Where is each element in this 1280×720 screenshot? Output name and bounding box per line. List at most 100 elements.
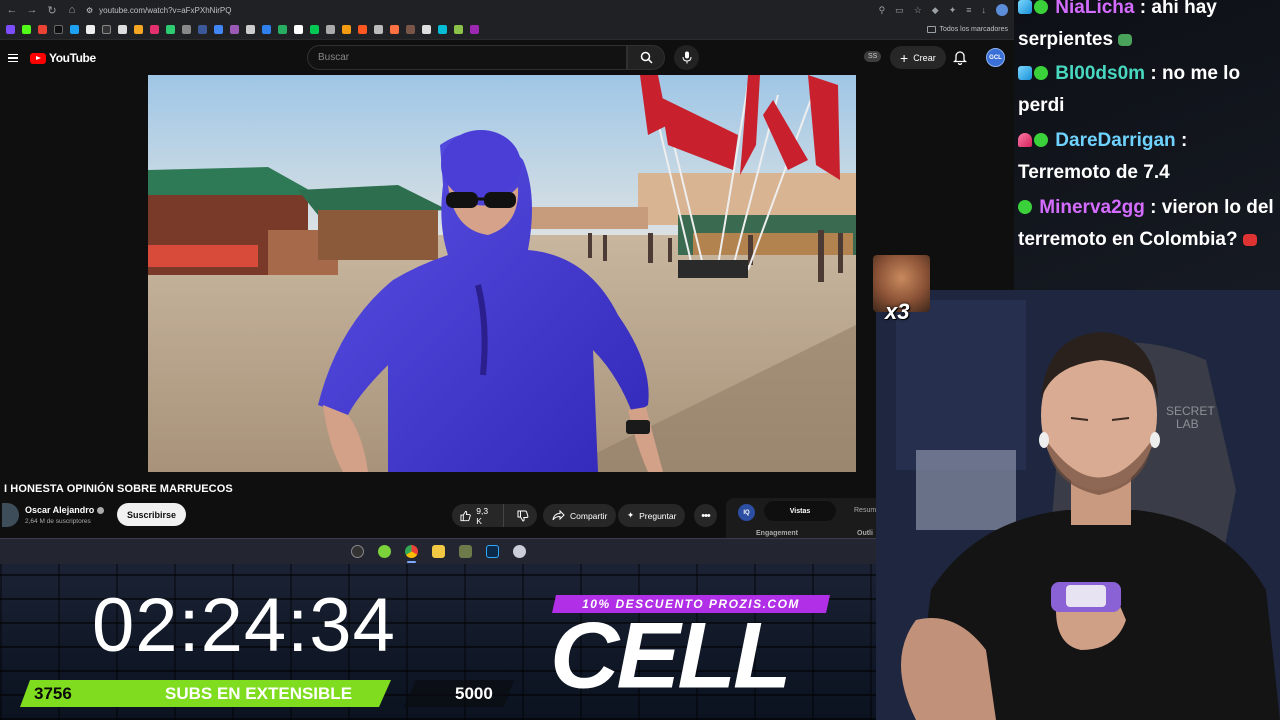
youtube-play-icon (30, 52, 46, 64)
bookmark-icon[interactable] (262, 25, 271, 34)
tab-resumen[interactable]: Resum (854, 507, 876, 514)
address-bar[interactable]: ⚙ youtube.com/watch?v=aFxPXhNirPQ (86, 3, 231, 17)
bookmark-icon[interactable] (246, 25, 255, 34)
svg-text:SECRET: SECRET (1166, 404, 1215, 418)
url-text: youtube.com/watch?v=aFxPXhNirPQ (99, 5, 232, 15)
bookmark-icon[interactable] (38, 25, 47, 34)
bookmark-icon[interactable] (54, 25, 63, 34)
channel-avatar[interactable] (2, 503, 19, 527)
back-icon[interactable]: ← (6, 4, 18, 16)
bookmark-icon[interactable] (166, 25, 175, 34)
iq-badge[interactable]: IQ (738, 504, 755, 521)
all-bookmarks-folder[interactable]: Todos los marcadores (926, 26, 1008, 33)
snake-emote-icon (1118, 34, 1133, 46)
reload-icon[interactable]: ↻ (46, 4, 58, 17)
search-button[interactable] (627, 45, 665, 70)
ask-button[interactable]: ✦ Preguntar (618, 504, 686, 527)
obs-app-icon[interactable] (350, 545, 364, 558)
search-input[interactable] (318, 52, 626, 63)
bookmark-icon[interactable] (342, 25, 351, 34)
bookmark-icon[interactable] (6, 25, 15, 34)
bookmark-icon[interactable] (150, 25, 159, 34)
dislike-button[interactable] (509, 510, 537, 522)
bookmark-icon[interactable] (406, 25, 415, 34)
minecraft-icon[interactable] (458, 545, 472, 558)
bookmark-icon[interactable] (22, 25, 31, 34)
search-field[interactable] (307, 45, 627, 70)
bookmark-icon[interactable] (358, 25, 367, 34)
video-player[interactable] (148, 75, 856, 472)
subscriber-count: 2,64 M de suscriptores (25, 518, 91, 525)
bookmark-icon[interactable] (326, 25, 335, 34)
bookmark-icon[interactable] (134, 25, 143, 34)
zoom-icon[interactable]: ⚲ (879, 5, 886, 16)
channel-name[interactable]: Oscar Alejandro (25, 505, 105, 515)
sparkle-icon: ✦ (627, 510, 635, 520)
bookmark-star-icon[interactable]: ☆ (914, 5, 922, 16)
video-frame (148, 75, 856, 472)
chat-message: NiaLicha : ahi hay serpientes (1018, 0, 1278, 56)
bookmark-icon[interactable] (102, 25, 111, 34)
notifications-bell-icon[interactable] (953, 50, 967, 65)
bookmark-icon[interactable] (86, 25, 95, 34)
cast-icon[interactable]: ▭ (895, 5, 904, 16)
chat-message: Bl00ds0m : no me lo perdi (1018, 63, 1241, 116)
subscriber-badge-icon (1018, 200, 1032, 214)
subscribe-button[interactable]: Suscribirse (117, 503, 187, 526)
bookmark-icon[interactable] (470, 25, 479, 34)
toolbar-actions: ⚲ ▭ ☆ ◆ ✦ ≡ ↓ (879, 4, 1008, 16)
folder-icon (926, 26, 936, 33)
bookmark-icon[interactable] (310, 25, 319, 34)
bookmark-icon[interactable] (390, 25, 399, 34)
bookmark-icon[interactable] (294, 25, 303, 34)
tab-vistas[interactable]: Vistas (764, 501, 836, 521)
extensions-puzzle-icon[interactable]: ✦ (949, 5, 957, 16)
bookmark-icon[interactable] (438, 25, 447, 34)
download-icon[interactable]: ↓ (982, 5, 987, 15)
bookmark-icon[interactable] (182, 25, 191, 34)
bookmark-icon[interactable] (374, 25, 383, 34)
hamburger-menu-icon[interactable] (8, 53, 18, 63)
reaction-emote-icon (1242, 234, 1257, 246)
share-button[interactable]: Compartir (543, 504, 617, 527)
like-button[interactable]: 9,3 K (452, 504, 504, 527)
like-dislike-group: 9,3 K (452, 504, 537, 527)
youtube-masthead: YouTube SS + Crear GCL (0, 40, 1014, 76)
chat-username[interactable]: DareDarrigan (1055, 130, 1175, 151)
bookmark-icon[interactable] (278, 25, 287, 34)
youtube-logo[interactable]: YouTube (30, 51, 96, 65)
file-explorer-icon[interactable] (431, 545, 445, 558)
site-info-icon[interactable]: ⚙ (86, 6, 93, 15)
bookmark-icon[interactable] (454, 25, 463, 34)
bookmark-icon[interactable] (70, 25, 79, 34)
thumbs-up-icon (460, 510, 471, 521)
create-button[interactable]: + Crear (890, 46, 946, 69)
extension-icon[interactable]: ◆ (932, 5, 939, 16)
account-avatar[interactable]: GCL (986, 48, 1005, 67)
chat-username[interactable]: NiaLicha (1055, 0, 1134, 18)
bookmark-icon[interactable] (230, 25, 239, 34)
chat-username[interactable]: Bl00ds0m (1055, 63, 1145, 84)
bookmark-icon[interactable] (214, 25, 223, 34)
bookmark-icon[interactable] (422, 25, 431, 34)
app-icon[interactable] (512, 545, 526, 558)
chrome-icon[interactable] (404, 545, 418, 563)
subscriber-badge-icon (1034, 66, 1048, 80)
outliers-label: Outli (857, 530, 873, 537)
subscriber-badge-icon (1034, 133, 1048, 147)
folder-label: Todos los marcadores (939, 26, 1008, 33)
voice-search-button[interactable] (674, 45, 699, 70)
extension-badge[interactable]: SS (864, 51, 882, 62)
media-icon[interactable]: ≡ (966, 5, 971, 15)
subs-goal-count: 5000 (455, 684, 493, 703)
home-icon[interactable]: ⌂ (66, 4, 78, 16)
profile-avatar[interactable] (996, 4, 1008, 16)
photoshop-icon[interactable] (485, 545, 499, 558)
bookmark-icon[interactable] (118, 25, 127, 34)
forward-icon[interactable]: → (26, 4, 38, 16)
chat-app-icon[interactable] (377, 545, 391, 558)
chat-username[interactable]: Minerva2gg (1039, 197, 1145, 218)
bookmark-icon[interactable] (198, 25, 207, 34)
cube-badge-icon (1018, 66, 1032, 80)
more-actions-button[interactable]: ••• (694, 504, 717, 527)
